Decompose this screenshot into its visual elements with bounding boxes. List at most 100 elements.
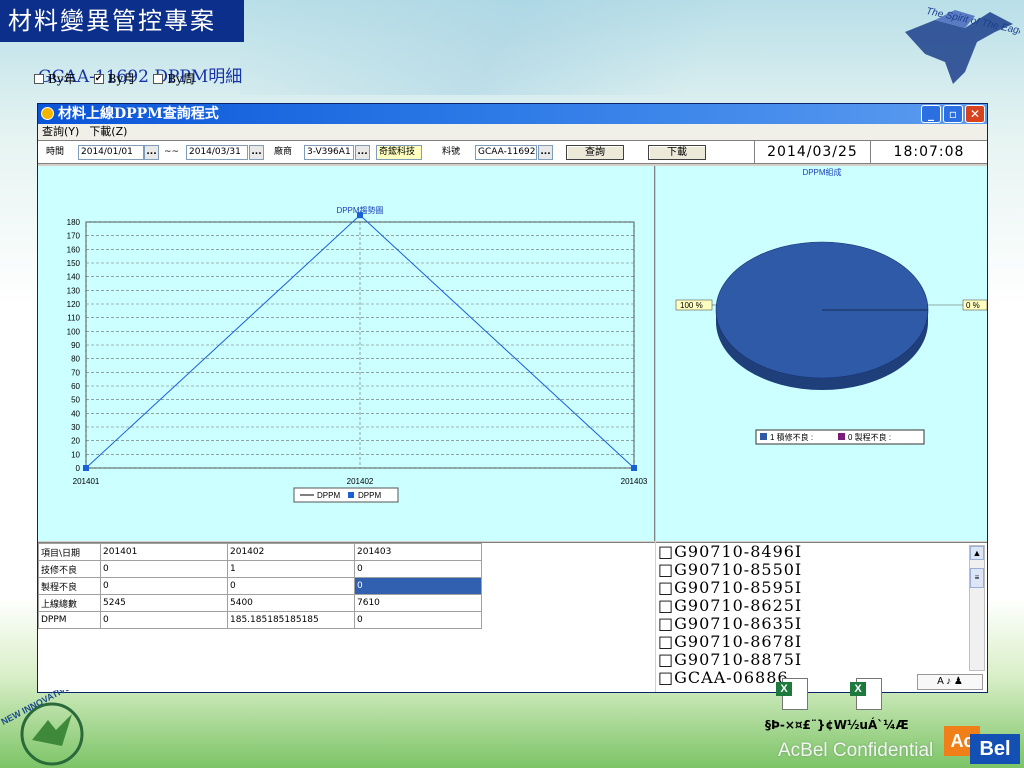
part-picker-button[interactable]: ... bbox=[538, 145, 553, 160]
list-scrollbar[interactable]: ▲ ≡ bbox=[969, 545, 985, 671]
menu-item-query[interactable]: 查詢(Y) bbox=[42, 124, 79, 140]
query-toolbar: 時間 2014/01/01 ... ~~ 2014/03/31 ... 廠商 3… bbox=[38, 140, 987, 164]
unchecked-box-icon[interactable] bbox=[34, 73, 44, 84]
y-tick-label: 90 bbox=[71, 341, 80, 350]
time-label: 時間 bbox=[46, 147, 65, 157]
option-label: By周 bbox=[167, 72, 195, 86]
table-cell[interactable]: 7610 bbox=[354, 594, 482, 612]
list-item[interactable]: □G90710-8625I bbox=[656, 597, 987, 615]
ime-toolbar[interactable]: A ♪ ♟ bbox=[917, 674, 983, 690]
table-cell[interactable]: 1 bbox=[227, 560, 355, 578]
y-tick-label: 70 bbox=[71, 368, 80, 377]
date-separator: ~~ bbox=[164, 147, 180, 157]
pie-legend-label: 0 製程不良 : bbox=[848, 432, 891, 442]
list-item[interactable]: □G90710-8635I bbox=[656, 615, 987, 633]
table-cell[interactable]: 0 bbox=[354, 611, 482, 629]
innovation-logo-text: NEW INNOVATIVE bbox=[0, 690, 72, 727]
vendor-picker-button[interactable]: ... bbox=[355, 145, 370, 160]
table-row[interactable]: 技修不良 0 1 0 bbox=[38, 560, 482, 578]
app-window: 材料上線DPPM查詢程式 _ ▫ ✕ 查詢(Y) 下載(Z) 時間 2014/0… bbox=[37, 103, 988, 693]
background-ribbon bbox=[240, 0, 900, 95]
scroll-thumb[interactable]: ≡ bbox=[970, 568, 984, 588]
vendor-label: 廠商 bbox=[274, 147, 293, 157]
table-cell[interactable]: 技修不良 bbox=[38, 560, 101, 578]
legend-swatch-icon bbox=[838, 433, 845, 440]
eagle-logo: The Spirit of The Eagle bbox=[905, 6, 1020, 84]
table-cell[interactable]: DPPM bbox=[38, 611, 101, 629]
y-tick-label: 110 bbox=[67, 314, 80, 323]
scroll-up-icon[interactable]: ▲ bbox=[970, 546, 984, 560]
x-tick-label: 201403 bbox=[621, 477, 648, 486]
minimize-button[interactable]: _ bbox=[921, 105, 941, 123]
table-row[interactable]: 製程不良 0 0 0 bbox=[38, 577, 482, 595]
serial-list[interactable]: □G90710-8496I □G90710-8550I □G90710-8595I □… bbox=[656, 542, 987, 692]
attachment-caption: §Þ-×¤£¨}¢W½uÁ`¼Æ bbox=[765, 718, 909, 732]
start-date-picker-button[interactable]: ... bbox=[144, 145, 159, 160]
table-cell[interactable]: 5245 bbox=[100, 594, 228, 612]
table-cell[interactable]: 5400 bbox=[227, 594, 355, 612]
part-label: 料號 bbox=[442, 147, 461, 157]
table-header-cell: 201401 bbox=[100, 543, 228, 561]
y-tick-label: 120 bbox=[67, 300, 81, 309]
unchecked-box-icon[interactable] bbox=[153, 73, 164, 84]
pie-legend: 1 積修不良 : 0 製程不良 : bbox=[755, 429, 925, 445]
excel-file-icon[interactable]: X bbox=[850, 676, 884, 712]
pie-legend-label: 1 積修不良 : bbox=[770, 432, 813, 442]
list-item[interactable]: □G90710-8595I bbox=[656, 579, 987, 597]
table-cell[interactable]: 0 bbox=[100, 611, 228, 629]
legend-swatch-icon bbox=[760, 433, 767, 440]
option-checkbox-1[interactable]: ✔ By月 bbox=[93, 70, 136, 87]
y-tick-label: 130 bbox=[67, 286, 81, 295]
part-number-field[interactable]: GCAA-11692 bbox=[475, 145, 537, 160]
acbel-logo: Ac Bel bbox=[944, 726, 1020, 764]
window-titlebar[interactable]: 材料上線DPPM查詢程式 _ ▫ ✕ bbox=[38, 104, 987, 124]
table-header-cell: 201403 bbox=[354, 543, 482, 561]
end-date-field[interactable]: 2014/03/31 bbox=[186, 145, 248, 160]
slide-title: 材料變異管控專案 bbox=[0, 0, 244, 42]
period-options: By年 ✔ By月 By周 bbox=[34, 70, 195, 87]
checked-box-icon[interactable]: ✔ bbox=[93, 73, 104, 84]
list-item[interactable]: □G90710-8678I bbox=[656, 633, 987, 651]
maximize-button[interactable]: ▫ bbox=[943, 105, 963, 123]
window-title: 材料上線DPPM查詢程式 bbox=[58, 106, 219, 122]
end-date-picker-button[interactable]: ... bbox=[249, 145, 264, 160]
vendor-name-field: 奇鋐科技 bbox=[376, 145, 422, 160]
vendor-code-field[interactable]: 3-V396A1 bbox=[304, 145, 354, 160]
data-point bbox=[83, 465, 89, 471]
legend-label: DPPM bbox=[317, 491, 340, 500]
table-row[interactable]: 上線總數 5245 5400 7610 bbox=[38, 594, 482, 612]
y-tick-label: 150 bbox=[67, 259, 81, 268]
list-item[interactable]: □G90710-8550I bbox=[656, 561, 987, 579]
start-date-field[interactable]: 2014/01/01 bbox=[78, 145, 144, 160]
table-row[interactable]: DPPM 0 185.185185185185 0 bbox=[38, 611, 482, 629]
table-cell[interactable]: 0 bbox=[354, 560, 482, 578]
legend-label: DPPM bbox=[358, 491, 381, 500]
table-cell[interactable]: 製程不良 bbox=[38, 577, 101, 595]
pie-percent-label: 0 % bbox=[966, 301, 980, 310]
table-cell[interactable]: 上線總數 bbox=[38, 594, 101, 612]
close-button[interactable]: ✕ bbox=[965, 105, 985, 123]
menu-item-download[interactable]: 下載(Z) bbox=[89, 124, 127, 140]
query-button[interactable]: 查詢 bbox=[566, 145, 624, 160]
table-cell[interactable]: 185.185185185185 bbox=[227, 611, 355, 629]
table-cell[interactable]: 0 bbox=[100, 577, 228, 595]
dppm-table: 項目\日期 201401 201402 201403 技修不良 0 1 0 製程… bbox=[38, 543, 482, 629]
option-checkbox-0[interactable]: By年 bbox=[34, 70, 76, 87]
table-cell[interactable]: 0 bbox=[100, 560, 228, 578]
y-tick-label: 160 bbox=[67, 245, 81, 254]
option-label: By月 bbox=[107, 72, 136, 86]
data-point bbox=[357, 212, 363, 219]
dppm-composition-chart: DPPM組成 100 % 0 % 1 積修不良 : 0 製程不良 : bbox=[675, 167, 988, 445]
confidential-label: AcBel Confidential bbox=[778, 740, 934, 761]
list-item[interactable]: □G90710-8875I bbox=[656, 651, 987, 669]
option-checkbox-2[interactable]: By周 bbox=[153, 70, 195, 87]
legend-marker-icon bbox=[348, 492, 354, 498]
list-item[interactable]: □G90710-8496I bbox=[656, 543, 987, 561]
download-button[interactable]: 下載 bbox=[648, 145, 706, 160]
y-tick-label: 140 bbox=[67, 273, 81, 282]
excel-file-icon[interactable]: X bbox=[776, 676, 810, 712]
table-cell[interactable]: 0 bbox=[227, 577, 355, 595]
y-tick-label: 50 bbox=[71, 396, 80, 405]
x-tick-label: 201402 bbox=[347, 477, 374, 486]
table-cell-selected[interactable]: 0 bbox=[354, 577, 482, 595]
